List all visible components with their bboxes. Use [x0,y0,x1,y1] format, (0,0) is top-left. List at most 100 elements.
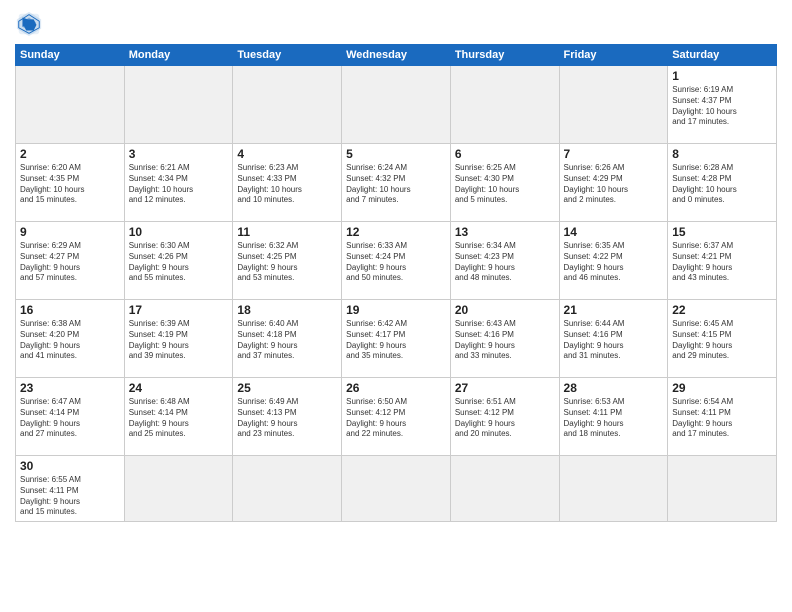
weekday-header-cell: Monday [124,45,233,66]
calendar-week-row: 2 Sunrise: 6:20 AM Sunset: 4:35 PM Daylig… [16,144,777,222]
calendar-day-cell: 16 Sunrise: 6:38 AM Sunset: 4:20 PM Dayli… [16,300,125,378]
calendar-day-cell: 14Sunrise: 6:35 AM Sunset: 4:22 PM Dayli… [559,222,668,300]
day-number: 5 [346,147,446,161]
day-info: Sunrise: 6:44 AM Sunset: 4:16 PM Dayligh… [564,319,664,362]
day-info: Sunrise: 6:32 AM Sunset: 4:25 PM Dayligh… [237,241,337,284]
calendar-week-row: 16 Sunrise: 6:38 AM Sunset: 4:20 PM Dayli… [16,300,777,378]
calendar-day-cell: 3 Sunrise: 6:21 AM Sunset: 4:34 PM Daylig… [124,144,233,222]
calendar-week-row: 1 Sunrise: 6:19 AM Sunset: 4:37 PM Daylig… [16,66,777,144]
calendar-day-cell [668,456,777,522]
day-info: Sunrise: 6:43 AM Sunset: 4:16 PM Dayligh… [455,319,555,362]
calendar-day-cell: 6 Sunrise: 6:25 AM Sunset: 4:30 PM Daylig… [450,144,559,222]
day-number: 8 [672,147,772,161]
calendar-day-cell: 10Sunrise: 6:30 AM Sunset: 4:26 PM Dayli… [124,222,233,300]
calendar-day-cell: 25 Sunrise: 6:49 AM Sunset: 4:13 PM Dayli… [233,378,342,456]
calendar-day-cell: 17Sunrise: 6:39 AM Sunset: 4:19 PM Dayli… [124,300,233,378]
day-number: 20 [455,303,555,317]
calendar-day-cell: 23Sunrise: 6:47 AM Sunset: 4:14 PM Dayli… [16,378,125,456]
calendar-week-row: 23Sunrise: 6:47 AM Sunset: 4:14 PM Dayli… [16,378,777,456]
calendar-day-cell [559,456,668,522]
weekday-header-row: SundayMondayTuesdayWednesdayThursdayFrid… [16,45,777,66]
day-info: Sunrise: 6:19 AM Sunset: 4:37 PM Dayligh… [672,85,772,128]
calendar-day-cell: 15 Sunrise: 6:37 AM Sunset: 4:21 PM Dayli… [668,222,777,300]
day-info: Sunrise: 6:21 AM Sunset: 4:34 PM Dayligh… [129,163,229,206]
calendar-day-cell: 19Sunrise: 6:42 AM Sunset: 4:17 PM Dayli… [342,300,451,378]
day-info: Sunrise: 6:45 AM Sunset: 4:15 PM Dayligh… [672,319,772,362]
day-info: Sunrise: 6:20 AM Sunset: 4:35 PM Dayligh… [20,163,120,206]
day-info: Sunrise: 6:51 AM Sunset: 4:12 PM Dayligh… [455,397,555,440]
calendar-page: SundayMondayTuesdayWednesdayThursdayFrid… [0,0,792,612]
day-info: Sunrise: 6:37 AM Sunset: 4:21 PM Dayligh… [672,241,772,284]
logo [15,10,47,38]
day-info: Sunrise: 6:50 AM Sunset: 4:12 PM Dayligh… [346,397,446,440]
day-number: 17 [129,303,229,317]
day-number: 15 [672,225,772,239]
weekday-header-cell: Wednesday [342,45,451,66]
calendar-day-cell [233,456,342,522]
day-number: 9 [20,225,120,239]
calendar-day-cell: 29 Sunrise: 6:54 AM Sunset: 4:11 PM Dayli… [668,378,777,456]
calendar-day-cell: 24 Sunrise: 6:48 AM Sunset: 4:14 PM Dayli… [124,378,233,456]
day-number: 7 [564,147,664,161]
day-number: 2 [20,147,120,161]
day-info: Sunrise: 6:48 AM Sunset: 4:14 PM Dayligh… [129,397,229,440]
day-info: Sunrise: 6:24 AM Sunset: 4:32 PM Dayligh… [346,163,446,206]
calendar-day-cell [16,66,125,144]
weekday-header-cell: Sunday [16,45,125,66]
day-info: Sunrise: 6:42 AM Sunset: 4:17 PM Dayligh… [346,319,446,362]
day-info: Sunrise: 6:54 AM Sunset: 4:11 PM Dayligh… [672,397,772,440]
calendar-day-cell: 1 Sunrise: 6:19 AM Sunset: 4:37 PM Daylig… [668,66,777,144]
day-info: Sunrise: 6:53 AM Sunset: 4:11 PM Dayligh… [564,397,664,440]
day-info: Sunrise: 6:26 AM Sunset: 4:29 PM Dayligh… [564,163,664,206]
day-info: Sunrise: 6:23 AM Sunset: 4:33 PM Dayligh… [237,163,337,206]
day-info: Sunrise: 6:40 AM Sunset: 4:18 PM Dayligh… [237,319,337,362]
day-info: Sunrise: 6:33 AM Sunset: 4:24 PM Dayligh… [346,241,446,284]
day-number: 24 [129,381,229,395]
day-number: 22 [672,303,772,317]
calendar-day-cell: 11 Sunrise: 6:32 AM Sunset: 4:25 PM Dayli… [233,222,342,300]
day-info: Sunrise: 6:29 AM Sunset: 4:27 PM Dayligh… [20,241,120,284]
calendar-day-cell: 13Sunrise: 6:34 AM Sunset: 4:23 PM Dayli… [450,222,559,300]
day-number: 29 [672,381,772,395]
calendar-week-row: 30 Sunrise: 6:55 AM Sunset: 4:11 PM Dayli… [16,456,777,522]
weekday-header-cell: Thursday [450,45,559,66]
calendar-day-cell: 12 Sunrise: 6:33 AM Sunset: 4:24 PM Dayli… [342,222,451,300]
calendar-day-cell: 7 Sunrise: 6:26 AM Sunset: 4:29 PM Daylig… [559,144,668,222]
day-number: 3 [129,147,229,161]
calendar-day-cell: 2 Sunrise: 6:20 AM Sunset: 4:35 PM Daylig… [16,144,125,222]
calendar-day-cell: 4Sunrise: 6:23 AM Sunset: 4:33 PM Daylig… [233,144,342,222]
day-number: 26 [346,381,446,395]
calendar-day-cell: 20 Sunrise: 6:43 AM Sunset: 4:16 PM Dayli… [450,300,559,378]
day-info: Sunrise: 6:38 AM Sunset: 4:20 PM Dayligh… [20,319,120,362]
day-number: 10 [129,225,229,239]
day-number: 13 [455,225,555,239]
day-number: 16 [20,303,120,317]
day-info: Sunrise: 6:55 AM Sunset: 4:11 PM Dayligh… [20,475,120,518]
weekday-header-cell: Friday [559,45,668,66]
day-number: 1 [672,69,772,83]
day-number: 27 [455,381,555,395]
calendar-day-cell [342,456,451,522]
calendar-table: SundayMondayTuesdayWednesdayThursdayFrid… [15,44,777,522]
calendar-day-cell [124,66,233,144]
calendar-day-cell [124,456,233,522]
day-info: Sunrise: 6:25 AM Sunset: 4:30 PM Dayligh… [455,163,555,206]
day-number: 18 [237,303,337,317]
day-number: 25 [237,381,337,395]
calendar-day-cell [342,66,451,144]
day-number: 21 [564,303,664,317]
calendar-day-cell: 18 Sunrise: 6:40 AM Sunset: 4:18 PM Dayli… [233,300,342,378]
day-number: 12 [346,225,446,239]
calendar-day-cell: 26 Sunrise: 6:50 AM Sunset: 4:12 PM Dayli… [342,378,451,456]
day-number: 11 [237,225,337,239]
day-info: Sunrise: 6:49 AM Sunset: 4:13 PM Dayligh… [237,397,337,440]
day-info: Sunrise: 6:47 AM Sunset: 4:14 PM Dayligh… [20,397,120,440]
day-info: Sunrise: 6:28 AM Sunset: 4:28 PM Dayligh… [672,163,772,206]
calendar-day-cell: 28 Sunrise: 6:53 AM Sunset: 4:11 PM Dayli… [559,378,668,456]
day-number: 30 [20,459,120,473]
day-number: 6 [455,147,555,161]
weekday-header-cell: Tuesday [233,45,342,66]
calendar-day-cell: 21 Sunrise: 6:44 AM Sunset: 4:16 PM Dayli… [559,300,668,378]
header [15,10,777,38]
day-number: 28 [564,381,664,395]
